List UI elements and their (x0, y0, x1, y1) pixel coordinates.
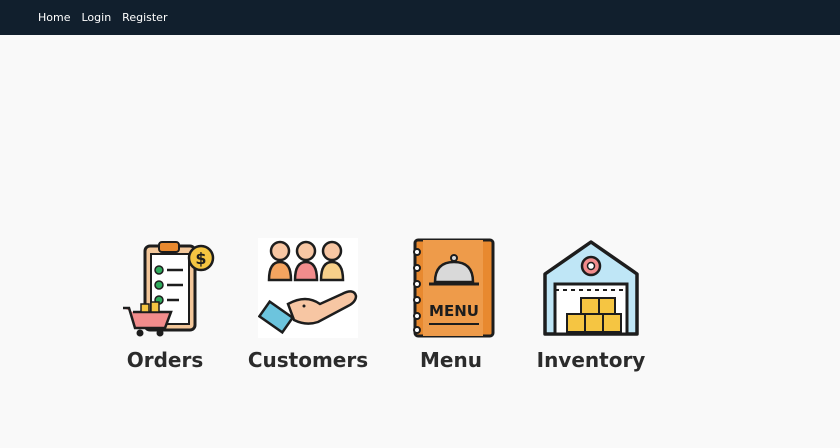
menu-label: Menu (420, 348, 482, 372)
orders-tile[interactable]: $ Orders (100, 238, 230, 372)
nav-home-link[interactable]: Home (38, 11, 70, 24)
menu-tile[interactable]: MENU Menu (386, 238, 516, 372)
customers-hand-icon (258, 238, 358, 338)
customers-label: Customers (247, 348, 369, 372)
nav-login-link[interactable]: Login (81, 11, 111, 24)
inventory-tile[interactable]: Inventory (526, 238, 656, 372)
nav-register-link[interactable]: Register (122, 11, 167, 24)
customers-tile[interactable]: Customers (243, 238, 373, 372)
svg-text:$: $ (195, 249, 206, 268)
menu-book-cloche-icon: MENU (413, 238, 495, 338)
warehouse-boxes-icon (543, 240, 639, 336)
clipboard-checklist-cart-icon: $ (123, 241, 215, 337)
orders-label: Orders (126, 348, 204, 372)
menu-icon-text: MENU (429, 302, 479, 320)
top-navbar: Home Login Register (0, 0, 840, 35)
inventory-label: Inventory (536, 348, 646, 372)
